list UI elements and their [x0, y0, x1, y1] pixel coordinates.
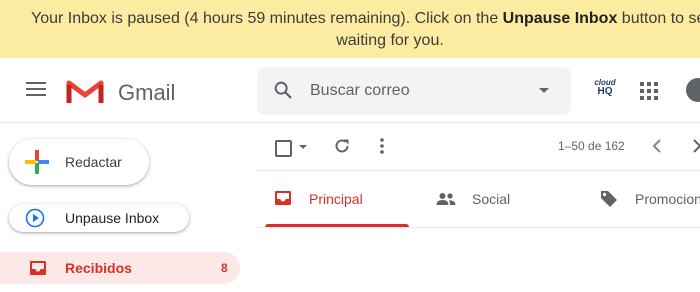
mail-toolbar: 1–50 de 162 [256, 123, 700, 171]
chevron-left-icon[interactable] [652, 138, 662, 154]
cloudhq-logo[interactable]: cloud HQ [590, 78, 620, 97]
compose-label: Redactar [65, 154, 122, 170]
tab-label: Promociones [635, 191, 700, 207]
unpause-inbox-button[interactable]: Unpause Inbox [9, 204, 189, 232]
top-bar: Gmail Buscar correo cloud HQ [0, 58, 700, 123]
category-tabs: Principal Social Promociones [256, 171, 700, 228]
refresh-icon[interactable] [333, 137, 351, 155]
plus-icon [25, 150, 49, 174]
app-name: Gmail [118, 80, 176, 105]
search-icon[interactable] [272, 79, 294, 101]
banner-line-1: Your Inbox is paused (4 hours 59 minutes… [31, 8, 700, 30]
pagination-text: 1–50 de 162 [558, 139, 625, 153]
apps-grid-icon[interactable] [640, 82, 658, 100]
sidebar-item-label: Recibidos [65, 260, 132, 276]
tab-social[interactable]: Social [420, 171, 580, 227]
inbox-icon [275, 191, 291, 205]
tab-promociones[interactable]: Promociones [584, 171, 700, 227]
gmail-logo-icon [66, 80, 104, 103]
tab-principal[interactable]: Principal [256, 171, 416, 227]
search-bar[interactable]: Buscar correo [257, 67, 571, 115]
play-icon [25, 208, 45, 228]
compose-button[interactable]: Redactar [9, 139, 149, 185]
select-all-checkbox[interactable] [275, 140, 292, 157]
chevron-right-icon[interactable] [692, 138, 700, 154]
tab-label: Social [472, 191, 511, 207]
tab-label: Principal [309, 191, 363, 207]
unpause-label: Unpause Inbox [65, 210, 160, 226]
banner-line-2: waiting for you. [336, 32, 444, 49]
inbox-icon [30, 261, 46, 275]
more-options-icon[interactable] [379, 137, 385, 155]
paused-banner: Your Inbox is paused (4 hours 59 minutes… [0, 0, 700, 58]
sidebar-item-inbox[interactable]: Recibidos 8 [0, 252, 240, 284]
search-input[interactable]: Buscar correo [310, 82, 410, 100]
banner-text-suffix: button to see [621, 10, 700, 27]
banner-unpause-emphasis: Unpause Inbox [502, 10, 618, 27]
search-options-icon[interactable] [539, 88, 549, 93]
select-dropdown-icon[interactable] [299, 145, 307, 149]
account-avatar[interactable] [686, 78, 700, 102]
people-icon [436, 193, 456, 205]
unread-count: 8 [221, 261, 228, 275]
active-tab-indicator [265, 224, 409, 227]
banner-text-prefix: Your Inbox is paused (4 hours 59 minutes… [31, 10, 503, 27]
main-menu-icon[interactable] [26, 82, 46, 98]
tag-icon [601, 191, 617, 207]
